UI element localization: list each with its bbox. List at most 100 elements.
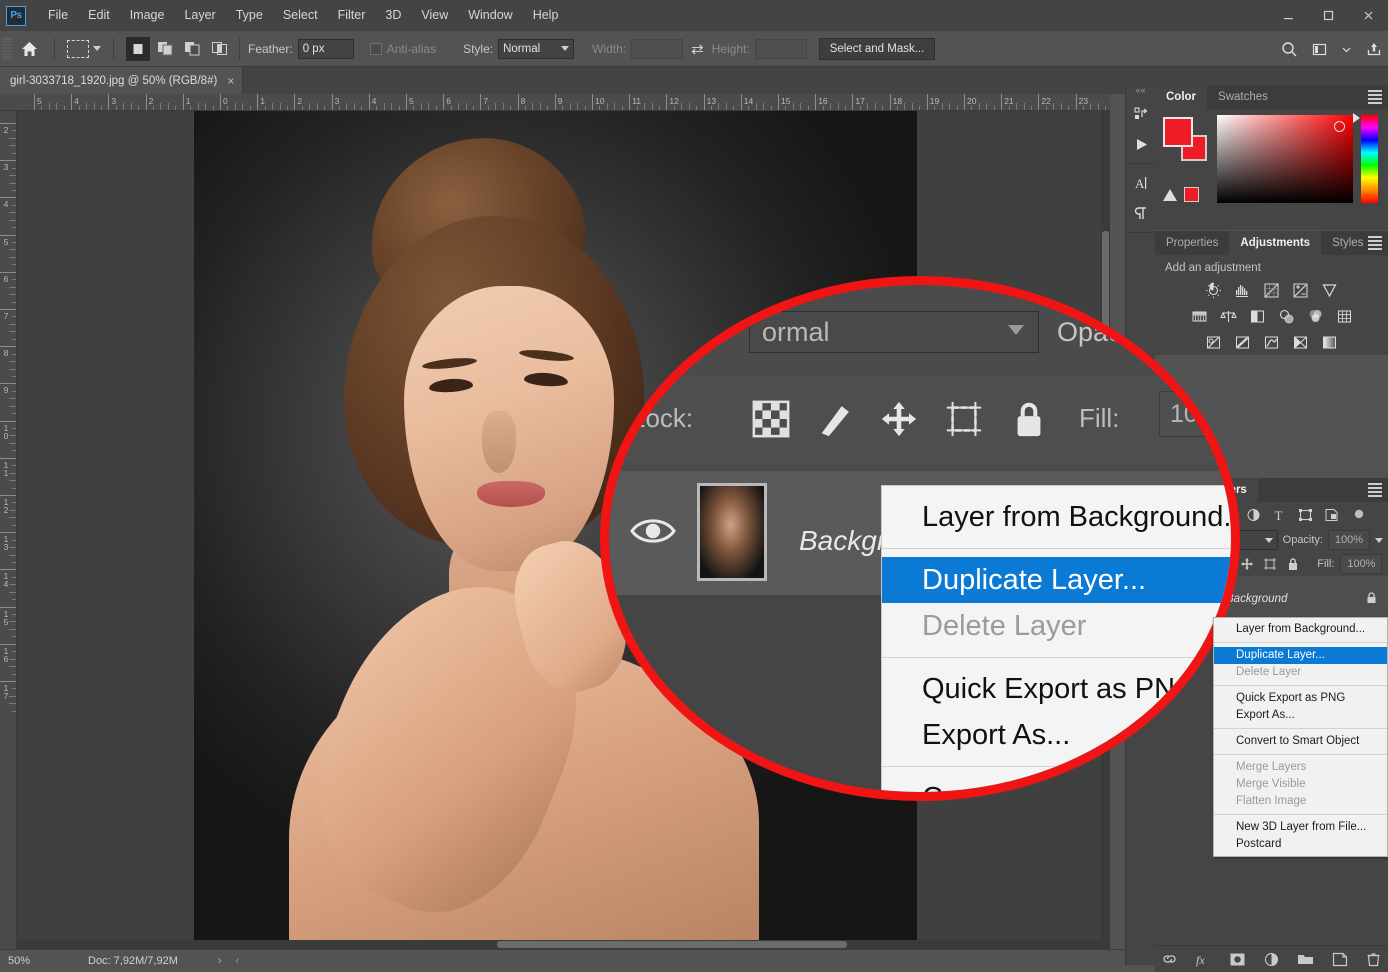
document-tab[interactable]: girl-3033718_1920.jpg @ 50% (RGB/8#) × <box>0 67 243 94</box>
lock-position-icon[interactable] <box>1238 556 1255 573</box>
new-adjustment-layer-icon[interactable] <box>1262 950 1281 969</box>
character-icon[interactable]: A <box>1126 168 1156 198</box>
panel-menu-icon[interactable] <box>1368 483 1382 497</box>
web-safe-color-swatch[interactable] <box>1184 187 1199 202</box>
swap-dimensions-icon[interactable]: ⇄ <box>683 40 712 58</box>
history-icon[interactable] <box>1126 99 1156 129</box>
menu-help[interactable]: Help <box>523 0 569 31</box>
menu-edit[interactable]: Edit <box>78 0 120 31</box>
menu-image[interactable]: Image <box>120 0 175 31</box>
tab-swatches[interactable]: Swatches <box>1207 85 1279 109</box>
new-layer-icon[interactable] <box>1330 950 1349 969</box>
minimize-icon[interactable] <box>1268 0 1308 31</box>
context-menu-item[interactable]: New 3D Layer from File... <box>1214 819 1387 836</box>
menu-window[interactable]: Window <box>458 0 522 31</box>
home-icon[interactable] <box>12 32 46 66</box>
color-lookup-icon[interactable] <box>1335 307 1354 326</box>
menu-select[interactable]: Select <box>273 0 328 31</box>
vibrance-icon[interactable] <box>1320 281 1339 300</box>
fill-input[interactable]: 100% <box>1340 554 1382 574</box>
status-collapse-arrow[interactable]: ‹ <box>236 955 240 967</box>
context-menu-item[interactable]: Quick Export as PNG <box>1214 690 1387 707</box>
canvas-horizontal-scrollbar[interactable] <box>17 940 1110 949</box>
close-icon[interactable]: × <box>227 74 234 88</box>
maximize-icon[interactable] <box>1308 0 1348 31</box>
link-layers-icon[interactable] <box>1160 950 1179 969</box>
add-layer-mask-icon[interactable] <box>1228 950 1247 969</box>
context-menu-item[interactable]: Convert to Smart Object <box>1214 733 1387 750</box>
filter-type-icon[interactable]: T <box>1269 505 1290 525</box>
workspace-icon[interactable] <box>1312 42 1327 57</box>
color-picker-handle[interactable] <box>1334 121 1345 132</box>
search-icon[interactable] <box>1281 41 1298 58</box>
menu-view[interactable]: View <box>411 0 458 31</box>
filter-toggle-icon[interactable] <box>1347 505 1368 525</box>
tool-preset-picker[interactable] <box>63 40 105 58</box>
menu-layer[interactable]: Layer <box>174 0 225 31</box>
filter-adjustment-icon[interactable] <box>1243 505 1264 525</box>
width-input[interactable] <box>631 39 683 59</box>
subtract-from-selection-button[interactable] <box>180 37 204 61</box>
menu-filter[interactable]: Filter <box>328 0 376 31</box>
height-input[interactable] <box>755 39 807 59</box>
menu-3d[interactable]: 3D <box>375 0 411 31</box>
context-menu-item[interactable]: Duplicate Layer... <box>1214 647 1387 664</box>
filter-shape-icon[interactable] <box>1295 505 1316 525</box>
exposure-icon[interactable] <box>1291 281 1310 300</box>
gamut-warning-icon[interactable] <box>1163 189 1177 201</box>
posterize-icon[interactable] <box>1233 333 1252 352</box>
scrollbar-thumb[interactable] <box>497 941 847 948</box>
context-menu-item[interactable]: Export As... <box>1214 707 1387 724</box>
share-icon[interactable] <box>1366 41 1382 57</box>
context-menu-item[interactable]: Layer from Background... <box>1214 621 1387 638</box>
layer-context-menu[interactable]: Layer from Background... Duplicate Layer.… <box>1213 617 1388 857</box>
layer-style-fx-icon[interactable]: fx <box>1194 950 1213 969</box>
new-selection-button[interactable] <box>126 37 150 61</box>
foreground-background-colors[interactable] <box>1163 117 1209 161</box>
channel-mixer-icon[interactable] <box>1306 307 1325 326</box>
dock-grip[interactable]: «« <box>1126 85 1155 95</box>
layer-name[interactable]: Background <box>1217 593 1365 605</box>
black-white-icon[interactable] <box>1248 307 1267 326</box>
new-group-icon[interactable] <box>1296 950 1315 969</box>
anti-alias-checkbox[interactable] <box>370 43 382 55</box>
context-menu-item[interactable]: Postcard <box>1214 836 1387 853</box>
chevron-down-icon[interactable] <box>93 46 101 51</box>
photo-filter-icon[interactable] <box>1277 307 1296 326</box>
color-spectrum-field[interactable] <box>1217 115 1353 203</box>
style-select[interactable]: Normal <box>498 39 574 59</box>
foreground-color-swatch[interactable] <box>1163 117 1193 147</box>
selective-color-icon[interactable] <box>1320 333 1339 352</box>
lock-artboard-icon[interactable] <box>1261 556 1278 573</box>
chevron-down-icon[interactable] <box>1375 538 1383 543</box>
opacity-input[interactable]: 100% <box>1328 530 1370 550</box>
curves-icon[interactable] <box>1262 281 1281 300</box>
panel-menu-icon[interactable] <box>1368 90 1382 104</box>
options-bar-grip[interactable] <box>2 38 12 60</box>
add-to-selection-button[interactable] <box>153 37 177 61</box>
chevron-down-icon[interactable] <box>1341 44 1352 55</box>
lock-all-icon[interactable] <box>1284 556 1301 573</box>
intersect-with-selection-button[interactable] <box>207 37 231 61</box>
loupe-context-menu-item: Delete Layer <box>882 603 1240 649</box>
zoom-level[interactable]: 50% <box>0 955 60 967</box>
menu-file[interactable]: File <box>38 0 78 31</box>
tab-properties[interactable]: Properties <box>1155 231 1229 255</box>
filter-smart-object-icon[interactable] <box>1321 505 1342 525</box>
select-and-mask-button[interactable]: Select and Mask... <box>819 38 936 60</box>
tab-color[interactable]: Color <box>1155 85 1207 109</box>
hue-slider[interactable] <box>1361 115 1378 203</box>
menu-type[interactable]: Type <box>226 0 273 31</box>
actions-play-icon[interactable] <box>1126 129 1156 159</box>
status-expand-arrow[interactable]: › <box>218 955 222 967</box>
close-icon[interactable] <box>1348 0 1388 31</box>
feather-input[interactable]: 0 px <box>298 39 354 59</box>
tab-styles[interactable]: Styles <box>1321 231 1374 255</box>
threshold-icon[interactable] <box>1262 333 1281 352</box>
tab-adjustments[interactable]: Adjustments <box>1229 231 1321 255</box>
levels-icon[interactable] <box>1233 281 1252 300</box>
delete-layer-icon[interactable] <box>1364 950 1383 969</box>
panel-menu-icon[interactable] <box>1368 236 1382 250</box>
gradient-map-icon[interactable] <box>1291 333 1310 352</box>
paragraph-icon[interactable] <box>1126 198 1156 228</box>
